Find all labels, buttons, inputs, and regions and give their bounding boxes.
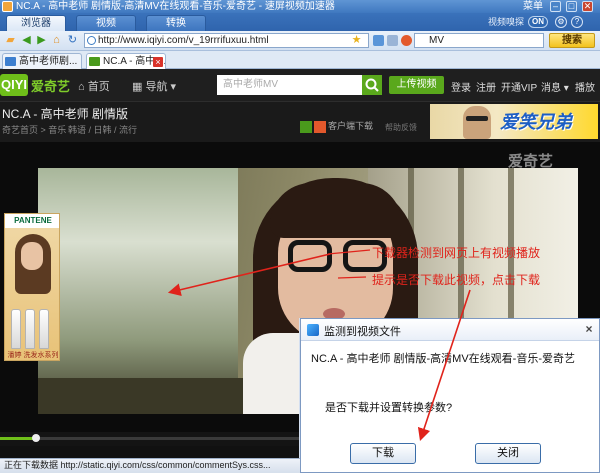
site-header: QIYI 爱奇艺 ⌂ 首页 ▦ 导航 ▾ 高中老师MV 上传视频 登录 注册 开… — [0, 69, 600, 102]
nav-home-label: 首页 — [87, 81, 110, 93]
glasses-lens-left — [288, 240, 332, 272]
url-input[interactable]: http://www.iqiyi.com/v_19rrrifuxuu.html — [84, 33, 369, 48]
client-download-link[interactable]: 客户端下载 — [300, 119, 373, 133]
download-icon — [314, 120, 326, 133]
search-input-value: MV — [429, 35, 444, 46]
go-icon[interactable] — [373, 35, 384, 46]
ad-brand: PANTENE — [5, 214, 59, 228]
grid-icon: ▦ — [132, 81, 146, 93]
tab-video[interactable]: 视频 — [76, 15, 136, 31]
search-button[interactable]: 搜索 — [549, 33, 595, 48]
home-icon: ⌂ — [78, 81, 88, 93]
help-icon[interactable]: ? — [571, 16, 583, 28]
dialog-title-bar: 监测到视频文件 × — [301, 319, 599, 341]
close-window-button[interactable]: ✕ — [582, 1, 593, 12]
video-info-bar: NC.A - 高中老师 剧情版 奇艺首页 > 音乐 韩语 / 日韩 / 流行 客… — [0, 102, 600, 142]
gear-icon[interactable]: ⚙ — [555, 16, 567, 28]
banner-person — [463, 106, 491, 139]
iqiyi-favicon — [89, 57, 100, 66]
messages-link[interactable]: 消息 ▾ — [541, 79, 569, 94]
messages-label: 消息 — [541, 83, 561, 94]
address-toolbar: ▰ ◀ ▶ ⌂ ↻ http://www.iqiyi.com/v_19rrrif… — [0, 31, 600, 51]
dialog-question: 是否下载并设置转换参数? — [325, 402, 453, 414]
forward-arrow-icon[interactable]: ▶ — [35, 34, 48, 47]
page-tab-strip: 高中老师剧... NC.A - 高中 ... × — [0, 51, 600, 69]
close-tab-icon[interactable]: × — [153, 57, 163, 67]
window-title-bar: NC.A - 高中老师 剧情版-高清MV在线观看-音乐-爱奇艺 - 速屏视频加速… — [0, 0, 600, 13]
mode-tab-strip: 浏览器 视频 转换 视频嗅探 ON ⚙ ? — [0, 13, 600, 31]
chevron-down-icon: ▾ — [167, 81, 177, 93]
vip-link[interactable]: 开通VIP — [501, 79, 537, 94]
upload-video-button[interactable]: 上传视频 — [389, 76, 444, 94]
ad-model-face — [21, 242, 43, 270]
nav-home[interactable]: ⌂ 首页 — [78, 78, 110, 94]
site-search-input[interactable]: 高中老师MV — [217, 75, 362, 95]
refresh-icon[interactable]: ↻ — [66, 34, 79, 47]
tab-browser[interactable]: 浏览器 — [6, 15, 66, 31]
dialog-title: 监测到视频文件 — [324, 326, 401, 338]
url-text: http://www.iqiyi.com/v_19rrrifuxuu.html — [98, 35, 269, 46]
annotation-line-2: 提示是否下载此视频，点击下载 — [372, 273, 541, 287]
help-feedback-link[interactable]: 帮助反馈 — [385, 122, 417, 133]
globe-icon — [87, 36, 96, 45]
maximize-button[interactable]: □ — [566, 1, 577, 12]
search-input[interactable]: MV — [414, 33, 544, 48]
iqiyi-logo[interactable]: QIYI 爱奇艺 — [0, 74, 70, 96]
favorite-star-icon[interactable]: ★ — [350, 34, 363, 47]
page-favicon — [5, 57, 16, 66]
logo-name: 爱奇艺 — [31, 79, 71, 94]
window-title: NC.A - 高中老师 剧情版-高清MV在线观看-音乐-爱奇艺 - 速屏视频加速… — [16, 1, 335, 12]
ad-bottle — [11, 309, 21, 349]
close-icon[interactable]: × — [583, 323, 595, 335]
login-link[interactable]: 登录 — [451, 79, 471, 94]
ad-bottle — [39, 309, 49, 349]
scene-bangs — [270, 183, 402, 238]
sniff-toggle[interactable]: ON — [528, 16, 548, 28]
breadcrumb[interactable]: 奇艺首页 > 音乐 — [2, 123, 66, 136]
tab-convert[interactable]: 转换 — [146, 15, 206, 31]
video-tags[interactable]: 韩语 / 日韩 / 流行 — [68, 123, 137, 136]
progress-knob[interactable] — [32, 434, 40, 442]
dialog-message: NC.A - 高中老师 剧情版-高清MV在线观看-音乐-爱奇艺 — [311, 353, 575, 365]
page-tab-label: 高中老师剧... — [19, 56, 78, 67]
dropdown-icon[interactable] — [387, 35, 398, 46]
side-advertisement[interactable]: PANTENE 潘婷 洗发水系列 — [4, 213, 60, 361]
video-file-icon — [307, 324, 319, 336]
ad-bottle — [25, 309, 35, 349]
close-button[interactable]: 关闭 — [475, 443, 541, 464]
annotation-line-1: 下载器检测到网页上有视频播放 — [372, 246, 541, 260]
promo-banner[interactable]: 爱笑兄弟 — [430, 104, 598, 139]
app-icon — [300, 120, 312, 133]
menu-button[interactable]: 菜单 — [523, 0, 543, 13]
play-record-link[interactable]: 播放 — [575, 79, 595, 94]
video-title: NC.A - 高中老师 剧情版 — [2, 107, 129, 121]
banner-text: 爱笑兄弟 — [500, 112, 572, 132]
ad-slogan: 潘婷 洗发水系列 — [7, 352, 59, 359]
download-button[interactable]: 下载 — [350, 443, 416, 464]
video-detected-dialog: 监测到视频文件 × NC.A - 高中老师 剧情版-高清MV在线观看-音乐-爱奇… — [300, 318, 600, 473]
client-download-label: 客户端下载 — [328, 121, 374, 131]
search-engine-icon[interactable] — [401, 35, 412, 46]
minimize-button[interactable]: – — [550, 1, 561, 12]
status-bar: 正在下载数据 http://static.qiyi.com/css/common… — [0, 458, 300, 473]
search-icon — [365, 78, 379, 92]
home-icon[interactable]: ⌂ — [50, 34, 63, 47]
banner-glasses — [466, 116, 488, 121]
app-icon — [2, 1, 13, 12]
progress-fill — [0, 437, 36, 440]
site-search-button[interactable] — [362, 75, 382, 95]
home-folder-icon[interactable]: ▰ — [4, 34, 17, 47]
nav-menu[interactable]: ▦ 导航 ▾ — [132, 78, 176, 94]
register-link[interactable]: 注册 — [476, 79, 496, 94]
sniff-mode-label: 视频嗅探 — [488, 17, 525, 27]
back-arrow-icon[interactable]: ◀ — [20, 34, 33, 47]
logo-mark: QIYI — [0, 74, 28, 96]
nav-menu-label: 导航 — [145, 81, 168, 93]
page-tab-2[interactable]: NC.A - 高中 ... × — [86, 53, 166, 69]
page-tab-1[interactable]: 高中老师剧... — [2, 53, 82, 69]
